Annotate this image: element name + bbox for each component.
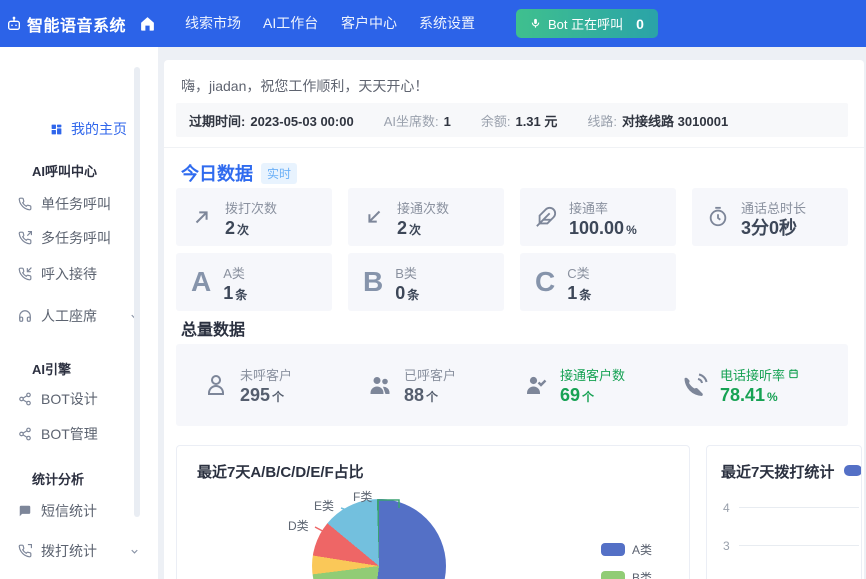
sidebar-item-bot-design[interactable]: BOT设计 <box>18 389 140 409</box>
sidebar-item-my-homepage[interactable]: 我的主页 <box>50 119 127 139</box>
sidebar-item-label: 多任务呼叫 <box>41 228 111 248</box>
section-divider <box>164 147 864 148</box>
stat-card-answered-count: 接通次数 2次 <box>348 188 504 246</box>
expire-time: 过期时间:2023-05-03 00:00 <box>189 111 354 130</box>
sidebar-section-ai-call-center: AI呼叫中心 <box>32 161 97 180</box>
trend-up-icon <box>191 206 213 228</box>
line-chart-card: 最近7天拨打统计 4 3 <box>706 445 862 579</box>
share-nodes-icon <box>18 392 32 406</box>
sidebar-item-label: BOT设计 <box>41 389 98 409</box>
robot-logo-icon <box>6 16 22 32</box>
total-section-title: 总量数据 <box>181 316 245 340</box>
nav-link-ai-workbench[interactable]: AI工作台 <box>263 0 318 47</box>
user-icon <box>204 373 228 397</box>
line-chart-legend-swatch[interactable] <box>844 465 862 476</box>
pie-callout-d: D类 <box>288 517 309 534</box>
sidebar-item-label: BOT管理 <box>41 424 98 444</box>
stat-uncalled-customers: 未呼客户 295个 <box>204 365 292 404</box>
phone-outgoing-icon <box>18 231 32 245</box>
phone-volume-icon <box>684 373 708 397</box>
feather-icon <box>535 206 557 228</box>
sidebar-scrollbar[interactable] <box>134 67 140 517</box>
headset-icon <box>18 309 32 323</box>
user-check-icon <box>524 373 548 397</box>
nav-link-system-settings[interactable]: 系统设置 <box>419 0 475 47</box>
sidebar-section-ai-engine: AI引擎 <box>32 359 71 378</box>
ai-seat-count: AI坐席数:1 <box>384 111 451 130</box>
legend-swatch-a <box>601 543 625 556</box>
grade-letter: C <box>535 268 555 296</box>
top-navbar: 智能语音系统 线索市场 AI工作台 客户中心 系统设置 Bot 正在呼叫 0 <box>0 0 866 47</box>
bot-calling-button[interactable]: Bot 正在呼叫 0 <box>516 9 658 38</box>
microphone-icon <box>530 17 541 30</box>
y-tick-3: 3 <box>723 539 730 553</box>
legend-swatch-b <box>601 571 625 579</box>
legend-item-a[interactable]: A类 <box>601 541 652 558</box>
balance: 余额:1.31 元 <box>481 111 558 130</box>
stat-called-customers: 已呼客户 88个 <box>368 365 456 404</box>
stopwatch-icon <box>707 206 729 228</box>
gridline <box>739 545 859 546</box>
phone-icon <box>18 197 32 211</box>
sidebar-item-label: 呼入接待 <box>41 264 97 284</box>
app-window: 智能语音系统 线索市场 AI工作台 客户中心 系统设置 Bot 正在呼叫 0 我… <box>0 0 866 579</box>
phone-icon <box>18 544 32 558</box>
stat-card-answer-rate: 接通率 100.00% <box>520 188 676 246</box>
nav-link-customer-center[interactable]: 客户中心 <box>341 0 397 47</box>
bot-button-label: Bot 正在呼叫 <box>548 14 623 33</box>
greeting-text: 嗨，jiadan，祝您工作顺利，天天开心！ <box>181 76 428 96</box>
sidebar-item-label: 拨打统计 <box>41 541 120 561</box>
brand-title: 智能语音系统 <box>27 12 126 36</box>
stat-answer-rate: 电话接听率 78.41% <box>684 365 799 404</box>
sidebar-item-label: 短信统计 <box>41 501 97 521</box>
today-section-title: 今日数据 实时 <box>181 160 297 186</box>
sidebar-item-label: 单任务呼叫 <box>41 194 111 214</box>
stat-card-grade-a: A A类 1条 <box>176 253 332 311</box>
sidebar-item-sms-statistics[interactable]: 短信统计 <box>18 501 140 521</box>
home-icon[interactable] <box>139 15 156 32</box>
grade-letter: B <box>363 268 383 296</box>
sidebar-item-inbound-reception[interactable]: 呼入接待 <box>18 264 140 284</box>
users-icon <box>368 373 392 397</box>
sidebar-item-dial-statistics[interactable]: 拨打统计 <box>18 541 140 561</box>
share-nodes-icon <box>18 427 32 441</box>
sidebar-item-label: 我的主页 <box>71 119 127 139</box>
pie-chart-title: 最近7天A/B/C/D/E/F占比 <box>197 461 364 482</box>
calendar-info-icon[interactable] <box>788 368 799 379</box>
pie-label-lines <box>307 491 407 561</box>
sidebar-item-single-task-call[interactable]: 单任务呼叫 <box>18 194 140 214</box>
phone-incoming-icon <box>18 267 32 281</box>
grade-letter: A <box>191 268 211 296</box>
grid-icon <box>50 123 63 136</box>
line-info: 线路:对接线路 3010001 <box>587 111 728 130</box>
legend-item-b[interactable]: B类 <box>601 569 652 579</box>
trend-down-icon <box>363 206 385 228</box>
y-tick-4: 4 <box>723 501 730 515</box>
chevron-down-icon[interactable] <box>129 546 140 557</box>
main-panel: 嗨，jiadan，祝您工作顺利，天天开心！ 过期时间:2023-05-03 00… <box>164 60 864 579</box>
account-info-bar: 过期时间:2023-05-03 00:00 AI坐席数:1 余额:1.31 元 … <box>176 103 848 137</box>
sidebar-item-multi-task-call[interactable]: 多任务呼叫 <box>18 228 140 248</box>
sidebar-item-human-agent[interactable]: 人工座席 <box>18 306 140 326</box>
gridline <box>739 507 859 508</box>
sidebar-section-statistics: 统计分析 <box>32 469 84 488</box>
pie-chart-card: 最近7天A/B/C/D/E/F占比 F类 E类 D类 A类 B类 <box>176 445 690 579</box>
stat-card-grade-b: B B类 0条 <box>348 253 504 311</box>
message-icon <box>18 504 32 518</box>
total-data-card: 未呼客户 295个 已呼客户 88个 接通客户数 69个 电话接听率 78.41… <box>176 344 848 426</box>
bot-call-count: 0 <box>636 16 644 32</box>
stat-connected-customers: 接通客户数 69个 <box>524 365 625 404</box>
nav-link-leads-market[interactable]: 线索市场 <box>185 0 241 47</box>
sidebar-item-bot-manage[interactable]: BOT管理 <box>18 424 140 444</box>
line-chart-title: 最近7天拨打统计 <box>721 461 834 482</box>
sidebar-item-label: 人工座席 <box>41 306 120 326</box>
realtime-badge: 实时 <box>261 163 297 184</box>
stat-card-grade-c: C C类 1条 <box>520 253 676 311</box>
brand: 智能语音系统 <box>6 0 126 47</box>
stat-card-dial-count: 拨打次数 2次 <box>176 188 332 246</box>
sidebar: 我的主页 AI呼叫中心 单任务呼叫 多任务呼叫 呼入接待 人工座席 AI引擎 B… <box>0 47 158 579</box>
stat-card-total-talk-time: 通话总时长 3分0秒 <box>692 188 848 246</box>
